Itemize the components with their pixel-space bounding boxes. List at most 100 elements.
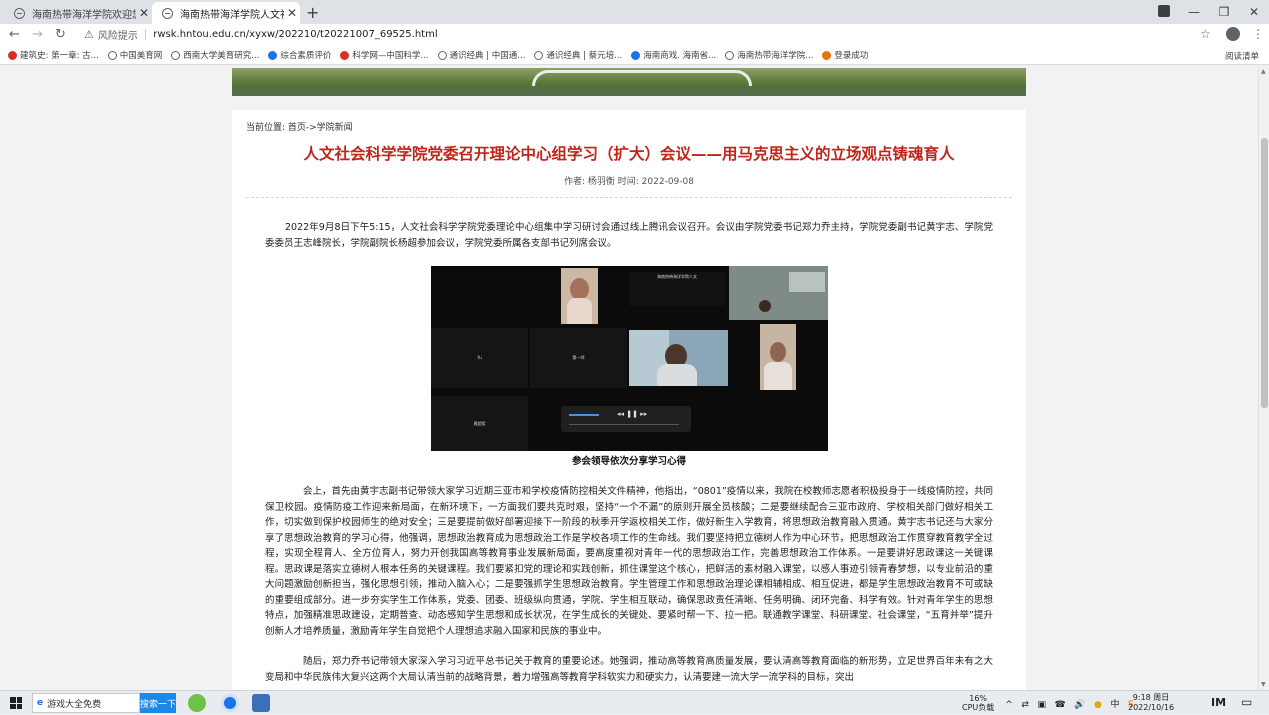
person-head-shape [759,300,771,312]
bookmark-favicon-icon [340,50,350,60]
bookmark-favicon-icon [8,50,17,60]
scroll-down-icon[interactable]: ▼ [1261,681,1266,688]
tab-title: 海南热带海洋学院欢迎您 [32,9,136,21]
image-caption: 参会领导依次分享学习心得 [571,456,686,467]
bookmark-item[interactable]: 通识经典 | 蔡元培... [534,49,622,61]
participant-video-tile: 黄超熙 [431,396,528,451]
window-shape [789,272,825,292]
bookmark-favicon-icon [268,50,278,60]
browser-icon[interactable] [221,694,239,712]
show-hidden-icon[interactable]: ^ [1005,700,1013,710]
participant-name-label: Yu [477,355,482,360]
close-tab-icon[interactable]: ✕ [136,6,152,20]
url-text[interactable]: rwsk.hntou.edu.cn/xyxw/202210/t20221007_… [153,29,437,40]
minimize-button[interactable]: — [1179,5,1209,19]
play-pause-icon: ◂◂ ❚❚ ▸▸ [617,410,648,418]
person-head-shape [570,278,589,300]
participant-video-tile [760,324,796,390]
globe-icon [437,50,447,60]
search-text: 游戏大全免费 [47,699,102,710]
video-player-controls: ◂◂ ❚❚ ▸▸ [561,406,691,432]
bookmark-item[interactable]: 综合素质评价 [268,49,331,61]
person-body-shape [657,364,697,386]
app-icon[interactable] [188,694,206,712]
security-warning-label[interactable]: 风险提示 [98,27,138,42]
taskbar: e 游戏大全免费 搜索一下 16% CPU负载 ^ ⇄ ▣ ☎ 🔊 ● 中 S … [0,690,1269,714]
globe-icon [14,7,25,19]
globe-icon [107,50,117,60]
article-paragraph: 会上，首先由黄宇志副书记带领大家学习近期三亚市和学校疫情防控相关文件精神，他指出… [265,486,993,637]
vertical-scrollbar[interactable]: ▲ ▼ [1258,66,1269,690]
participant-name-label: 第一师 [572,355,585,360]
taskbar-search-input[interactable]: e 游戏大全免费 [32,693,140,713]
display-icon[interactable]: ▣ [1037,700,1046,710]
participant-video-tile: Yu [431,328,528,388]
bookmark-item[interactable]: 通识经典 | 中国通... [437,49,525,61]
address-bar[interactable]: ⚠ 风险提示 | rwsk.hntou.edu.cn/xyxw/202210/t… [72,25,1190,44]
bookmark-star-icon[interactable]: ☆ [1200,27,1211,41]
close-window-button[interactable]: ✕ [1239,5,1269,19]
new-tab-button[interactable]: + [306,3,319,22]
bookmark-item[interactable]: 科学网—中国科学... [340,49,429,61]
window-controls: — ❐ ✕ [1179,0,1269,24]
bookmark-item[interactable]: 建筑史: 第一章: 古... [8,49,99,61]
participant-video-tile [561,268,598,324]
scroll-up-icon[interactable]: ▲ [1261,68,1266,75]
tab-welcome[interactable]: 海南热带海洋学院欢迎您 ✕ [4,2,152,24]
notification-icon[interactable]: ▭ [1241,695,1252,709]
scrollbar-thumb[interactable] [1261,138,1268,408]
progress-bar [569,414,599,416]
profile-avatar-icon[interactable] [1226,27,1240,41]
forward-icon[interactable]: → [32,27,43,42]
participant-name-label: 海南热带海洋学院人文 [657,274,697,279]
person-body-shape [567,298,592,324]
restore-button[interactable]: ❐ [1209,5,1239,19]
breadcrumb[interactable]: 当前位置: 首页->学院新闻 [246,120,353,133]
tray-icons: ^ ⇄ ▣ ☎ 🔊 ● 中 S [1002,697,1136,710]
divider [246,197,1012,198]
bookmark-item[interactable]: 中国美育网 [107,49,162,61]
windows-start-icon[interactable] [10,697,22,709]
timeline-bar [569,424,679,425]
tab-search-icon[interactable] [1158,5,1170,17]
phone-icon[interactable]: ☎ [1055,700,1066,710]
back-icon[interactable]: ← [9,27,20,42]
globe-icon [725,50,735,60]
omnibox-separator: | [143,29,148,40]
bookmark-item[interactable]: 海南商戏. 海南省... [631,49,716,61]
bookmarks-bar: 建筑史: 第一章: 古... 中国美育网 西南大学美育研究... 综合素质评价 … [0,46,1269,65]
cpu-percent: 16% [969,694,988,703]
globe-icon [534,50,544,60]
document-app-icon[interactable] [252,694,270,712]
participant-video-tile [729,266,828,320]
cpu-indicator[interactable]: 16% CPU负载 [962,694,994,712]
reading-list-button[interactable]: 阅读清单 [1225,50,1259,62]
clock-time: 9:18 周日 [1132,693,1170,702]
network-icon[interactable]: ⇄ [1021,700,1029,710]
security-icon[interactable]: ● [1094,700,1102,710]
im-icon[interactable]: IM [1211,696,1226,709]
bookmark-item[interactable]: 海南热带海洋学院... [725,49,813,61]
volume-icon[interactable]: 🔊 [1074,700,1085,710]
participant-name-label: 黄超熙 [473,421,486,426]
tab-article[interactable]: 海南热带海洋学院人文社会科 ✕ [152,2,300,24]
warning-icon[interactable]: ⚠ [84,28,94,41]
ie-icon: e [37,698,44,708]
person-head-shape [770,342,786,362]
reload-icon[interactable]: ↻ [55,27,66,42]
page-viewport: 当前位置: 首页->学院新闻 人文社会科学学院党委召开理论中心组学习（扩大）会议… [0,66,1258,690]
close-tab-icon[interactable]: ✕ [284,6,300,20]
search-button[interactable]: 搜索一下 [140,693,176,713]
bookmark-favicon-icon [822,50,832,60]
bookmark-item[interactable]: 登录成功 [822,49,868,61]
browser-toolbar: ← → ↻ ⚠ 风险提示 | rwsk.hntou.edu.cn/xyxw/20… [0,24,1269,46]
article-container: 当前位置: 首页->学院新闻 人文社会科学学院党委召开理论中心组学习（扩大）会议… [232,110,1026,690]
article-paragraph: 随后，郑力乔书记带领大家深入学习习近平总书记关于教育的重要论述。她强调，推动高等… [265,656,993,683]
clock[interactable]: 9:18 周日 2022/10/16 [1128,693,1174,713]
bookmark-item[interactable]: 西南大学美育研究... [171,49,259,61]
menu-icon[interactable]: ⋮ [1252,27,1264,41]
clock-date: 2022/10/16 [1128,703,1175,712]
participant-video-tile: 海南热带海洋学院人文 [629,272,725,306]
ime-icon[interactable]: 中 [1110,700,1119,710]
globe-icon [162,7,173,19]
